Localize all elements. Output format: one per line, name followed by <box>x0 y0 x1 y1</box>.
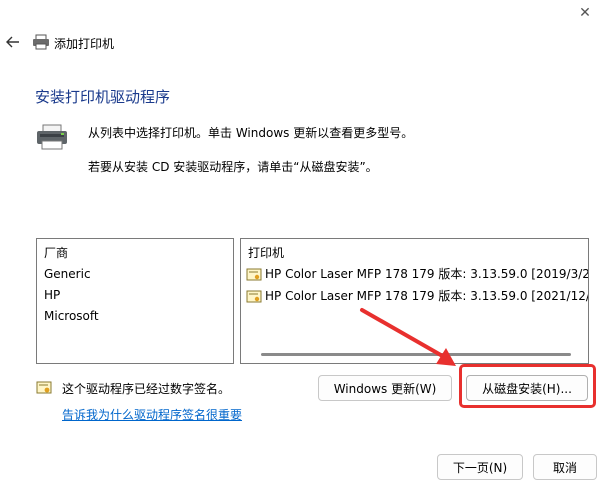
printer-list[interactable]: 打印机 HP Color Laser MFP 178 179 版本: 3.13.… <box>240 238 589 364</box>
signature-info-link[interactable]: 告诉我为什么驱动程序签名很重要 <box>62 406 242 423</box>
highlight-box <box>459 364 596 408</box>
close-icon[interactable]: ✕ <box>574 4 596 22</box>
window-title: 添加打印机 <box>54 37 115 51</box>
list-item-generic[interactable]: Generic <box>44 267 91 281</box>
manufacturer-list[interactable]: 厂商 Generic HP Microsoft <box>36 238 234 364</box>
printer-item-label: HP Color Laser MFP 178 179 版本: 3.13.59.0… <box>265 289 589 303</box>
description-line-2: 若要从安装 CD 安装驱动程序，请单击“从磁盘安装”。 <box>88 160 378 174</box>
description-line-1: 从列表中选择打印机。单击 Windows 更新以查看更多型号。 <box>88 126 414 140</box>
certificate-icon <box>36 381 52 394</box>
certificate-icon <box>246 268 262 280</box>
list-item-hp[interactable]: HP <box>44 288 60 302</box>
horizontal-scrollbar[interactable] <box>261 353 571 356</box>
printer-icon <box>37 124 67 150</box>
printer-list-item[interactable]: HP Color Laser MFP 178 179 版本: 3.13.59.0… <box>246 265 589 283</box>
manufacturer-list-header: 厂商 <box>44 246 69 260</box>
windows-update-button[interactable]: Windows 更新(W) <box>318 375 452 401</box>
list-item-microsoft[interactable]: Microsoft <box>44 309 99 323</box>
arrow-left-icon[interactable] <box>4 33 22 51</box>
signature-status-text: 这个驱动程序已经过数字签名。 <box>62 382 231 396</box>
printer-item-label: HP Color Laser MFP 178 179 版本: 3.13.59.0… <box>265 267 589 281</box>
title-bar: ✕ 添加打印机 <box>0 0 607 74</box>
page-heading: 安装打印机驱动程序 <box>35 88 171 106</box>
certificate-icon <box>246 290 262 302</box>
printer-list-header: 打印机 <box>248 246 285 260</box>
printer-icon <box>33 34 49 50</box>
printer-list-item[interactable]: HP Color Laser MFP 178 179 版本: 3.13.59.0… <box>246 287 589 305</box>
cancel-button[interactable]: 取消 <box>533 454 597 480</box>
next-button[interactable]: 下一页(N) <box>437 454 523 480</box>
